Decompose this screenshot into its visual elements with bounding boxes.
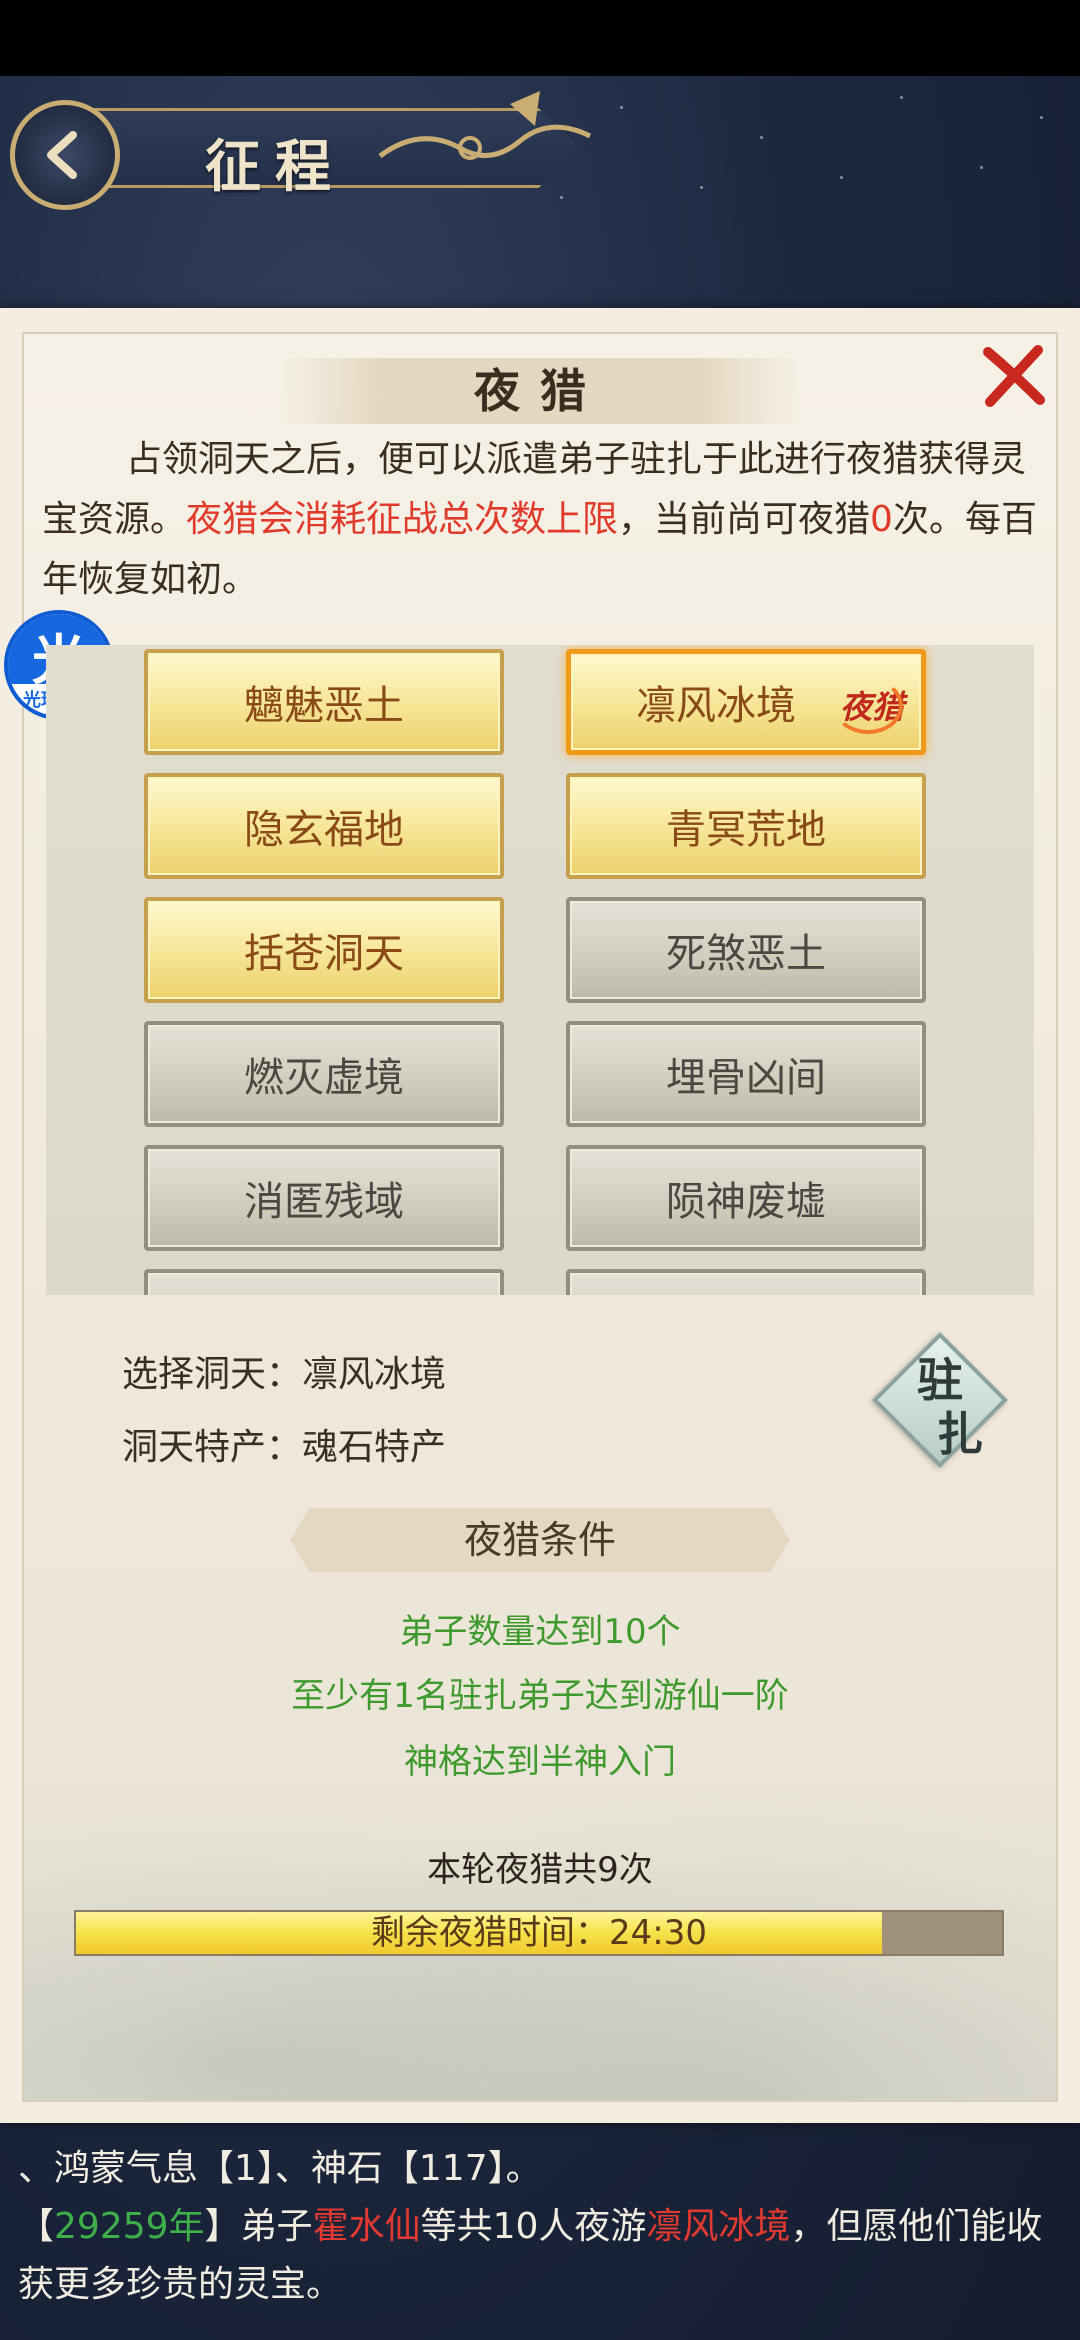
intro-text: 占领洞天之后，便可以派遣弟子驻扎于此进行夜猎获得灵宝资源。夜猎会消耗征战总次数上… <box>42 430 1042 610</box>
specialty-label: 洞天特产： <box>122 1427 303 1468</box>
selected-region-value: 凛风冰境 <box>302 1354 447 1395</box>
event-log: 、鸿蒙气息【1】、神石【117】。 【29259年】弟子霍水仙等共10人夜游凛风… <box>18 2140 1068 2314</box>
dialog-title: 夜猎 <box>474 364 606 418</box>
region-tile[interactable]: 魑魅恶土 <box>144 649 504 755</box>
condition-item: 神格达到半神入门 <box>404 1742 676 1782</box>
log-text: 等共10人夜游 <box>420 2206 647 2247</box>
status-bar <box>0 0 1080 76</box>
stamp-ring <box>833 678 903 734</box>
round-count: 本轮夜猎共9次 <box>427 1850 653 1890</box>
remaining-count: 0 <box>870 499 893 540</box>
log-text: 【 <box>18 2206 55 2247</box>
region-label: 死煞恶土 <box>666 931 826 977</box>
condition-item: 弟子数量达到10个 <box>399 1612 681 1652</box>
region-label: 埋骨凶间 <box>666 1055 826 1101</box>
cloud-swirl-icon <box>378 91 592 160</box>
region-tile[interactable]: 括苍洞天 <box>144 897 504 1003</box>
region-label: 陨神废墟 <box>666 1179 826 1225</box>
log-place: 凛风冰境 <box>646 2206 791 2247</box>
region-label: 消匿残域 <box>244 1179 404 1225</box>
region-tile-locked[interactable]: 消匿残域 <box>144 1145 504 1251</box>
region-tile-partial[interactable] <box>144 1269 504 1295</box>
specialty-value: 魂石特产 <box>302 1427 447 1468</box>
region-label: 青冥荒地 <box>666 807 826 853</box>
region-grid: 魑魅恶土 凛风冰境 夜猎 隐玄福地 青冥荒地 括苍洞天 死煞恶土 燃灭虚境 埋骨… <box>46 645 1034 1295</box>
condition-item: 至少有1名驻扎弟子达到游仙一阶 <box>291 1676 789 1716</box>
timer-progress-bar: 剩余夜猎时间：24:30 <box>74 1910 1004 1956</box>
region-label: 隐玄福地 <box>244 807 404 853</box>
garrison-button[interactable]: 驻 扎 <box>870 1330 1010 1470</box>
page-title: 征程 <box>205 134 345 200</box>
region-tile-selected[interactable]: 凛风冰境 夜猎 <box>566 649 926 755</box>
back-button[interactable] <box>10 100 120 210</box>
chevron-left-icon <box>47 131 77 179</box>
region-label: 魑魅恶土 <box>244 683 404 729</box>
top-header: 征程 <box>0 86 600 210</box>
intro-warning: 夜猎会消耗征战总次数上限 <box>186 499 619 540</box>
region-label: 括苍洞天 <box>244 931 404 977</box>
region-tile-locked[interactable]: 死煞恶土 <box>566 897 926 1003</box>
log-disciple-name: 霍水仙 <box>312 2206 421 2247</box>
region-label: 凛风冰境 <box>636 683 796 729</box>
region-tile[interactable]: 隐玄福地 <box>144 773 504 879</box>
timer-label: 剩余夜猎时间：24:30 <box>371 1913 707 1953</box>
conditions-title: 夜猎条件 <box>463 1518 616 1562</box>
log-line: 【29259年】弟子霍水仙等共10人夜游凛风冰境，但愿他们能收获更多珍贵的灵宝。 <box>18 2198 1068 2314</box>
region-tile-locked[interactable]: 埋骨凶间 <box>566 1021 926 1127</box>
region-tile-locked[interactable]: 陨神废墟 <box>566 1145 926 1251</box>
region-tile-partial[interactable] <box>566 1269 926 1295</box>
region-label: 燃灭虚境 <box>244 1055 404 1101</box>
garrison-char-2: 扎 <box>937 1407 983 1461</box>
region-tile[interactable]: 青冥荒地 <box>566 773 926 879</box>
selected-region-row: 选择洞天：凛风冰境 <box>122 1345 446 1397</box>
night-hunt-stamp-icon: 夜猎 <box>829 670 915 740</box>
log-line: 、鸿蒙气息【1】、神石【117】。 <box>18 2148 542 2189</box>
region-tile-locked[interactable]: 燃灭虚境 <box>144 1021 504 1127</box>
specialty-row: 洞天特产：魂石特产 <box>122 1418 446 1470</box>
close-x-icon[interactable] <box>978 340 1050 412</box>
selected-region-label: 选择洞天： <box>122 1354 303 1395</box>
log-year: 29259年 <box>54 2206 205 2247</box>
log-text: 】弟子 <box>204 2206 313 2247</box>
intro-part2: ，当前尚可夜猎 <box>618 499 871 540</box>
